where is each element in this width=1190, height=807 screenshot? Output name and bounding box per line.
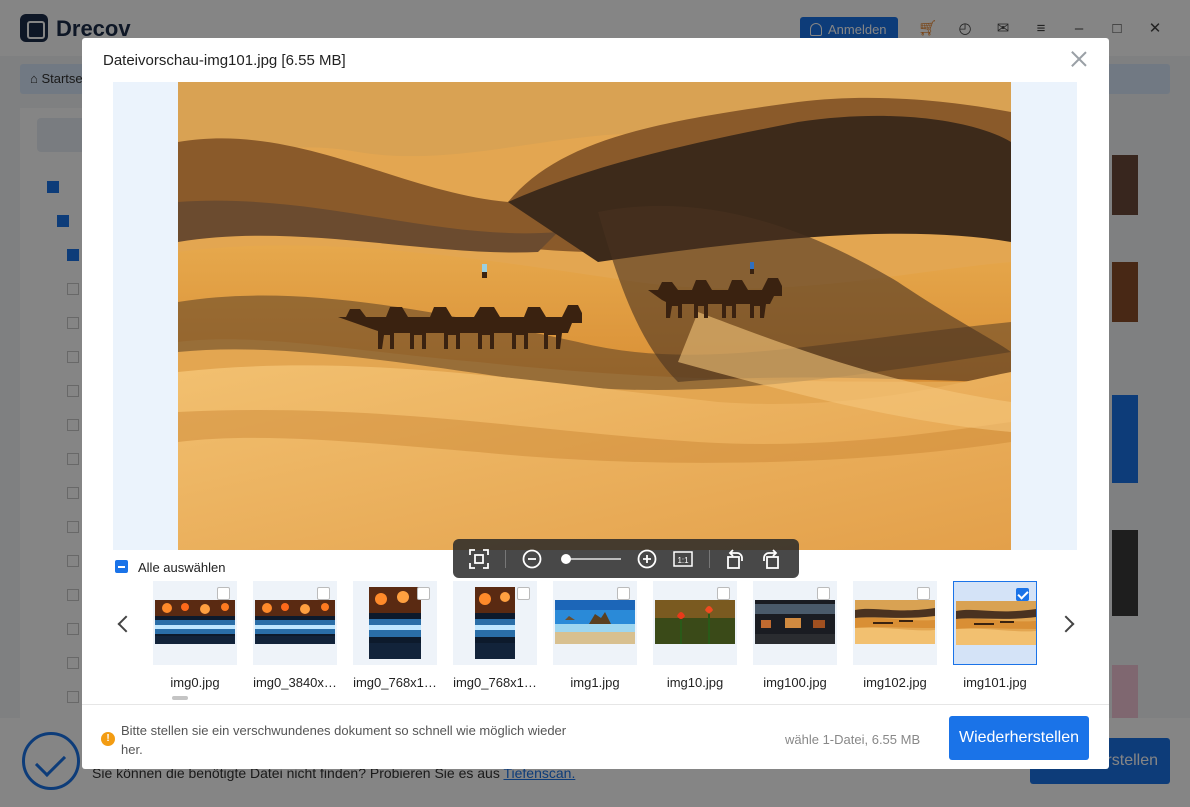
previous-arrow-icon[interactable] [114,613,134,635]
thumbnail-scrollbar[interactable] [172,696,188,700]
file-thumbnail[interactable] [953,581,1037,665]
dialog-footer: ! Bitte stellen sie ein verschwundenes d… [82,704,1109,769]
fit-screen-icon[interactable] [467,547,491,571]
rotate-left-icon[interactable] [723,547,747,571]
thumbnail-checkbox[interactable] [217,587,230,600]
thumbnail-image [956,601,1036,645]
thumbnail-filename: img10.jpg [666,675,724,690]
select-all-label: Alle auswählen [138,560,226,575]
toolbar-divider [709,550,710,568]
next-arrow-icon[interactable] [1058,613,1078,635]
thumbnail-image [475,587,515,659]
recover-button[interactable]: Wiederherstellen [949,716,1089,760]
thumbnail-filename: img0_3840x… [253,675,337,690]
actual-size-icon[interactable]: 1:1 [671,547,695,571]
dialog-title: Dateivorschau-img101.jpg [6.55 MB] [103,52,346,69]
thumbnail-checkbox[interactable] [517,587,530,600]
close-icon[interactable] [1068,48,1090,70]
thumbnail-image [155,600,235,644]
zoom-slider[interactable] [563,558,621,560]
zoom-slider-handle[interactable] [560,554,571,564]
file-thumbnail[interactable] [753,581,837,665]
desert-photo [178,82,1011,550]
toolbar-divider [505,550,506,568]
thumbnail-checkbox[interactable] [917,587,930,600]
thumbnail-filename: img100.jpg [763,675,827,690]
image-preview-area: 1:1 [113,82,1077,578]
thumbnail-filename: img0.jpg [170,675,220,690]
warning-icon: ! [101,732,115,746]
file-thumbnail[interactable] [553,581,637,665]
thumbnail-filename: img0_768x1… [453,675,537,690]
thumbnail-image [655,600,735,644]
thumbnail-image [855,600,935,644]
thumbnail-filename: img101.jpg [963,675,1027,690]
file-thumbnail[interactable] [353,581,437,665]
thumbnail-filename: img0_768x1… [353,675,437,690]
thumbnail-checkbox[interactable] [817,587,830,600]
zoom-in-icon[interactable] [635,547,659,571]
thumbnail-checkbox[interactable] [317,587,330,600]
thumbnail-image [369,587,421,659]
thumbnail-image [755,600,835,644]
file-thumbnail[interactable] [653,581,737,665]
warning-text: Bitte stellen sie ein verschwundenes dok… [121,723,567,757]
file-preview-dialog: Dateivorschau-img101.jpg [6.55 MB] 1:1 A… [82,38,1109,769]
thumbnail-checkbox[interactable] [1016,588,1029,601]
thumbnail-image [555,600,635,644]
rotate-right-icon[interactable] [759,547,783,571]
thumbnail-image [255,600,335,644]
thumbnail-checkbox[interactable] [417,587,430,600]
zoom-out-icon[interactable] [520,547,544,571]
thumbnail-checkbox[interactable] [617,587,630,600]
image-toolbar: 1:1 [453,539,799,578]
file-thumbnail[interactable] [153,581,237,665]
actual-size-label: 1:1 [677,556,689,565]
file-thumbnail[interactable] [253,581,337,665]
thumbnail-checkbox[interactable] [717,587,730,600]
file-thumbnail[interactable] [453,581,537,665]
select-all-box[interactable] [115,560,128,573]
thumbnail-filename: img102.jpg [863,675,927,690]
thumbnail-filename: img1.jpg [570,675,620,690]
preview-image [178,82,1011,550]
file-thumbnail[interactable] [853,581,937,665]
selection-info: wähle 1-Datei, 6.55 MB [785,732,921,747]
